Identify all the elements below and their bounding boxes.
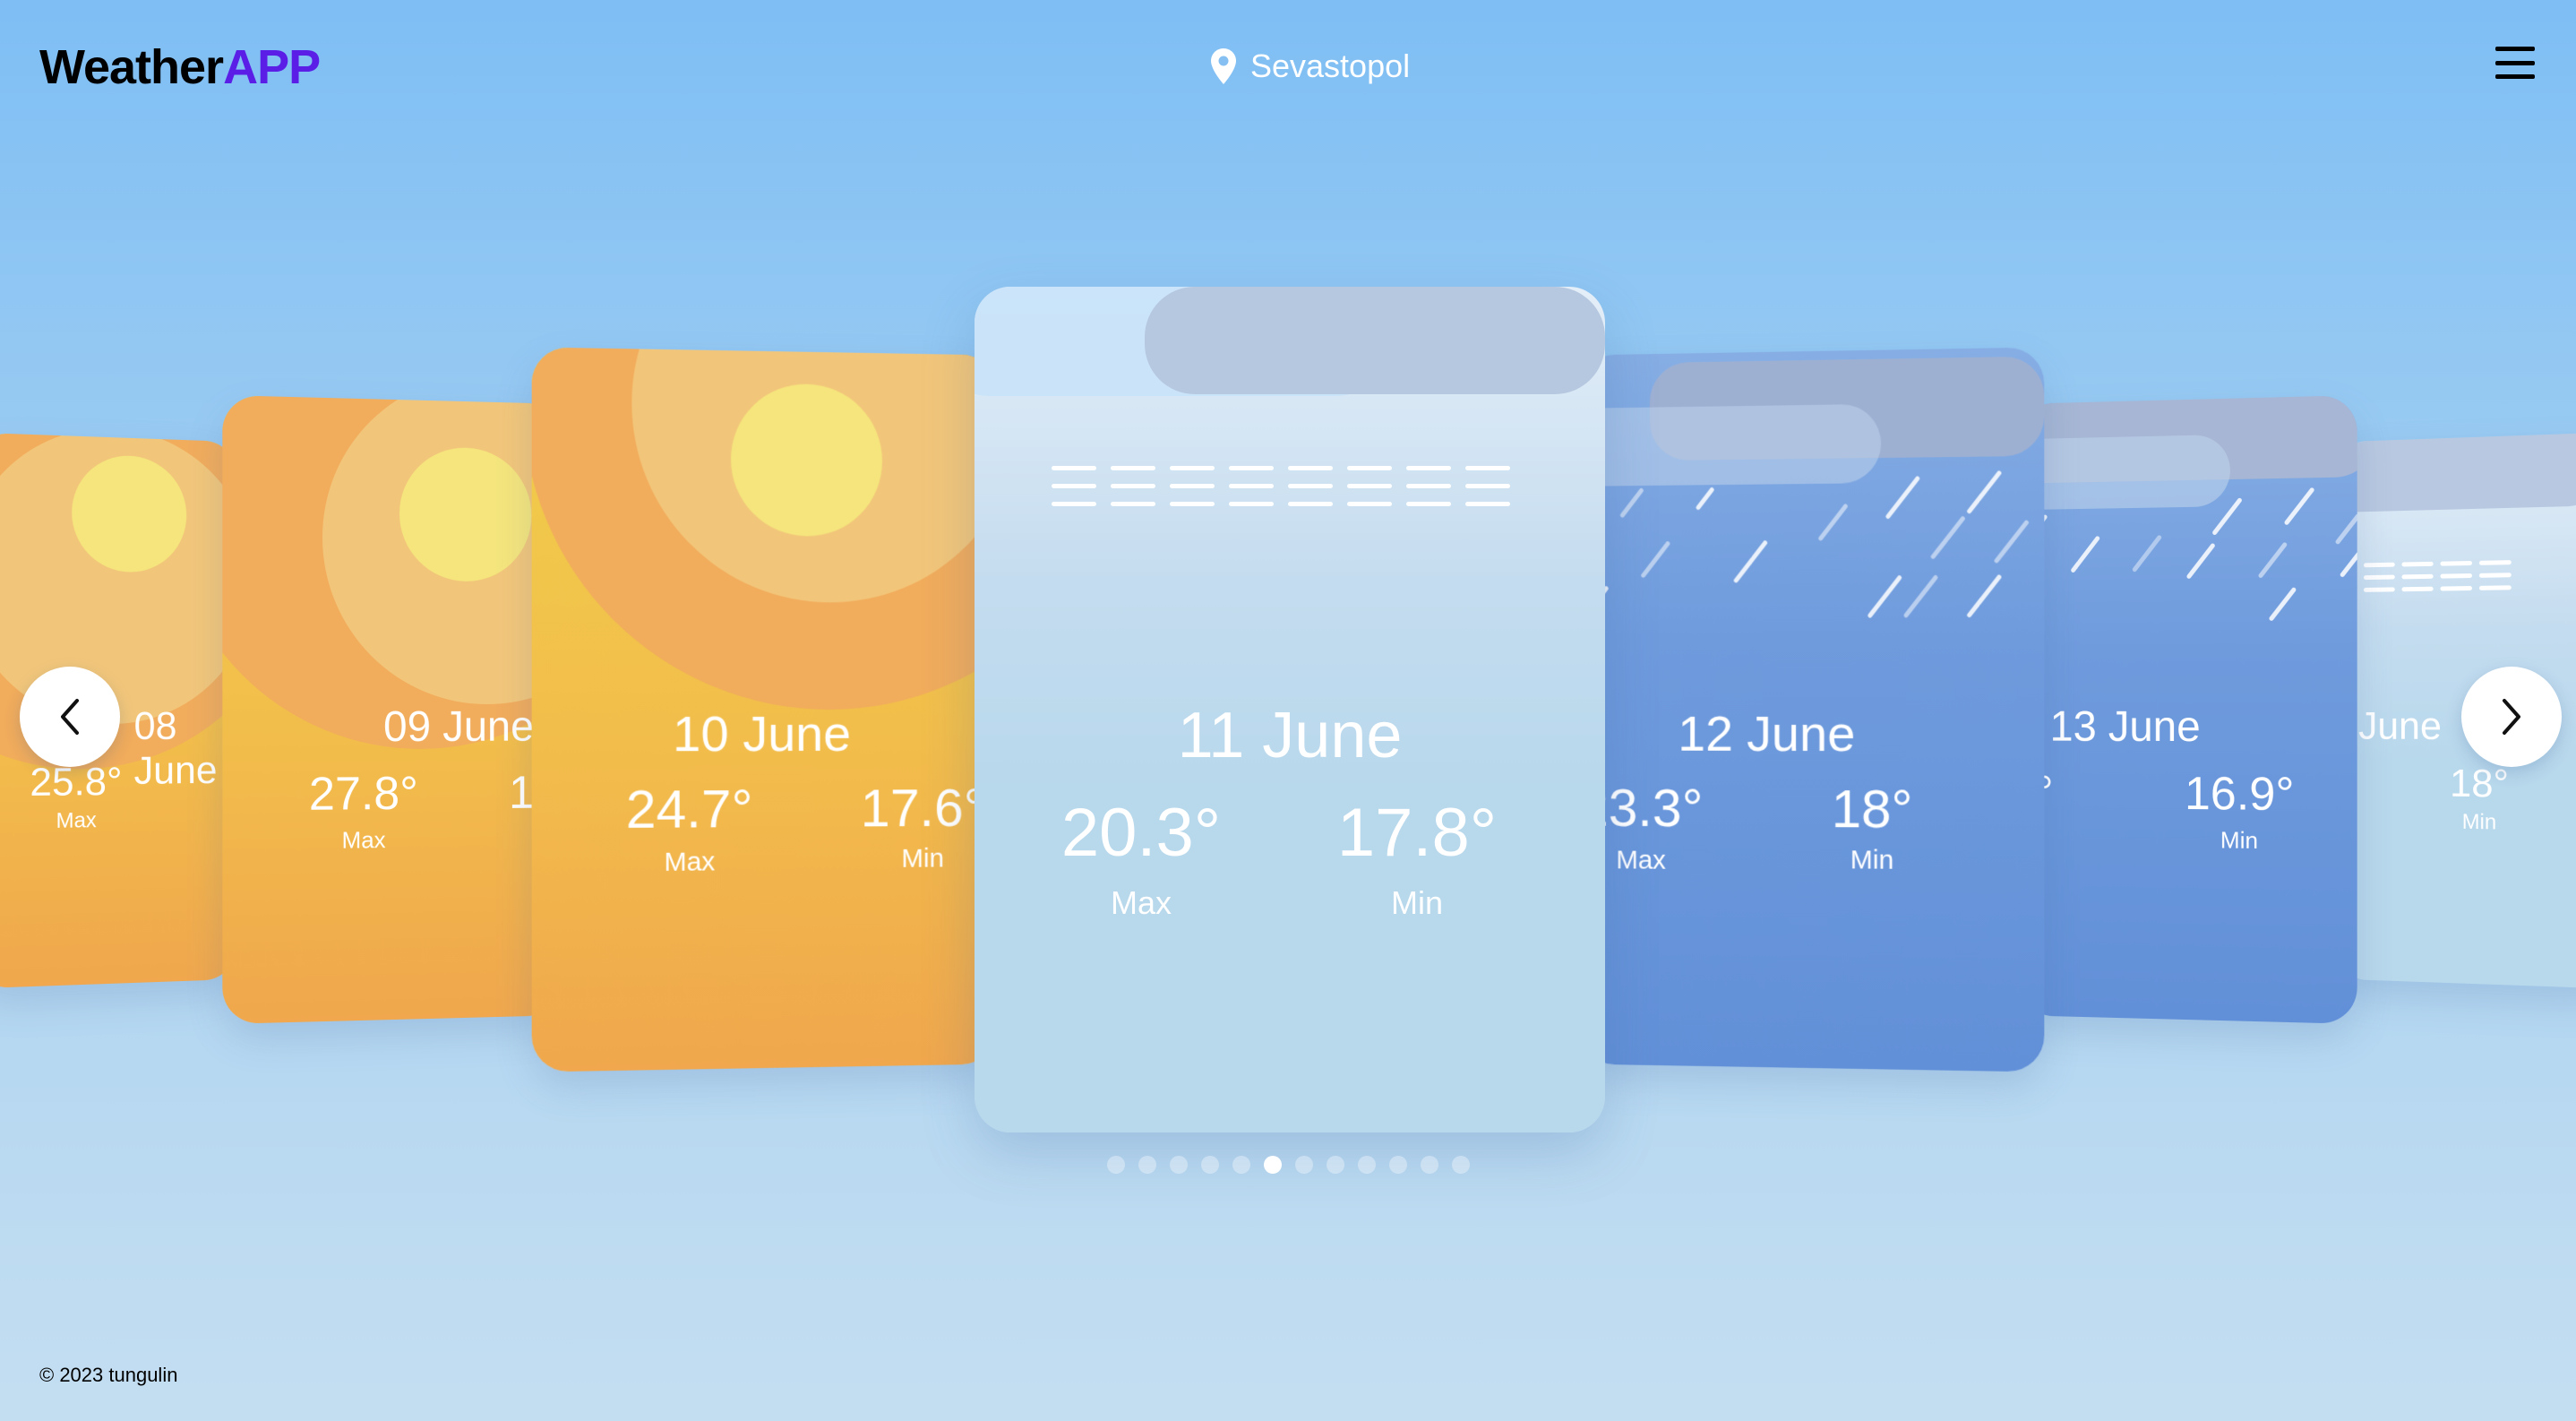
max-temp: 27.8° <box>308 767 418 821</box>
chevron-left-icon <box>61 699 79 735</box>
pagination-dot[interactable] <box>1389 1156 1407 1174</box>
pagination-dot[interactable] <box>1107 1156 1125 1174</box>
app-logo[interactable]: WeatherAPP <box>39 38 321 97</box>
fog-icon <box>1052 466 1517 520</box>
min-label: Min <box>2220 826 2258 854</box>
forecast-card-12-june[interactable]: 12 June 23.3° Max 18° Min <box>1579 347 2045 1072</box>
max-label: Max <box>664 847 716 877</box>
min-temp: 17.6° <box>860 778 985 839</box>
forecast-card-09-june[interactable]: 09 June 27.8° Max 1 <box>222 395 562 1024</box>
hamburger-menu-icon[interactable] <box>2495 47 2535 79</box>
location-selector[interactable]: Sevastopol <box>1209 43 1410 90</box>
max-temp: 25.8° <box>30 759 123 805</box>
max-label: Max <box>56 808 97 833</box>
sun-icon <box>531 347 997 710</box>
forecast-carousel: 08 June 25.8° Max 09 June 27.8° Max 1 10… <box>0 0 2576 1421</box>
next-button[interactable] <box>2461 667 2562 767</box>
forecast-card-13-june[interactable]: 13 June ° 16.9° Min <box>2018 395 2357 1024</box>
min-temp: 16.9° <box>2184 767 2295 822</box>
card-date: 11 June <box>1177 700 1403 771</box>
pagination-dot[interactable] <box>1232 1156 1250 1174</box>
cloud-icon <box>1145 287 1605 394</box>
location-pin-icon <box>1211 48 1236 84</box>
pagination-dot[interactable] <box>1295 1156 1313 1174</box>
logo-text: Weather <box>39 40 224 94</box>
prev-button[interactable] <box>20 667 120 767</box>
max-label: Max <box>1110 884 1172 921</box>
sun-icon <box>222 395 562 750</box>
pagination-dots <box>1107 1156 1470 1174</box>
cloud-icon <box>2332 432 2576 513</box>
max-label: Max <box>341 826 386 854</box>
card-date: 12 June <box>1678 704 1856 762</box>
pagination-dot[interactable] <box>1452 1156 1470 1174</box>
min-label: Min <box>1390 884 1443 921</box>
location-name: Sevastopol <box>1250 47 1411 84</box>
pagination-dot[interactable] <box>1421 1156 1438 1174</box>
min-temp: 17.8° <box>1336 795 1498 871</box>
pagination-dot[interactable] <box>1327 1156 1344 1174</box>
pagination-dot[interactable] <box>1138 1156 1156 1174</box>
forecast-card-11-june-active[interactable]: 11 June 20.3° Max 17.8° Min <box>975 287 1605 1132</box>
card-date: 10 June <box>673 704 852 762</box>
min-label: Min <box>1850 845 1894 875</box>
pagination-dot[interactable] <box>1170 1156 1188 1174</box>
max-temp: 20.3° <box>1060 795 1222 871</box>
rain-icon <box>1580 347 2045 710</box>
pagination-dot[interactable] <box>1358 1156 1376 1174</box>
min-label: Min <box>901 843 944 874</box>
copyright: © 2023 tungulin <box>39 1364 178 1386</box>
min-temp: 18° <box>2450 761 2510 806</box>
card-date: 13 June <box>2049 702 2201 752</box>
logo-accent-text: APP <box>223 40 321 94</box>
forecast-card-10-june[interactable]: 10 June 24.7° Max 17.6° Min <box>531 347 997 1072</box>
fog-icon <box>2363 560 2540 599</box>
pagination-dot[interactable] <box>1264 1156 1282 1174</box>
min-temp: 18° <box>1831 779 1913 840</box>
pagination-dot[interactable] <box>1201 1156 1219 1174</box>
chevron-right-icon <box>2503 699 2520 735</box>
max-temp: 24.7° <box>625 779 753 840</box>
min-label: Min <box>2461 809 2497 835</box>
